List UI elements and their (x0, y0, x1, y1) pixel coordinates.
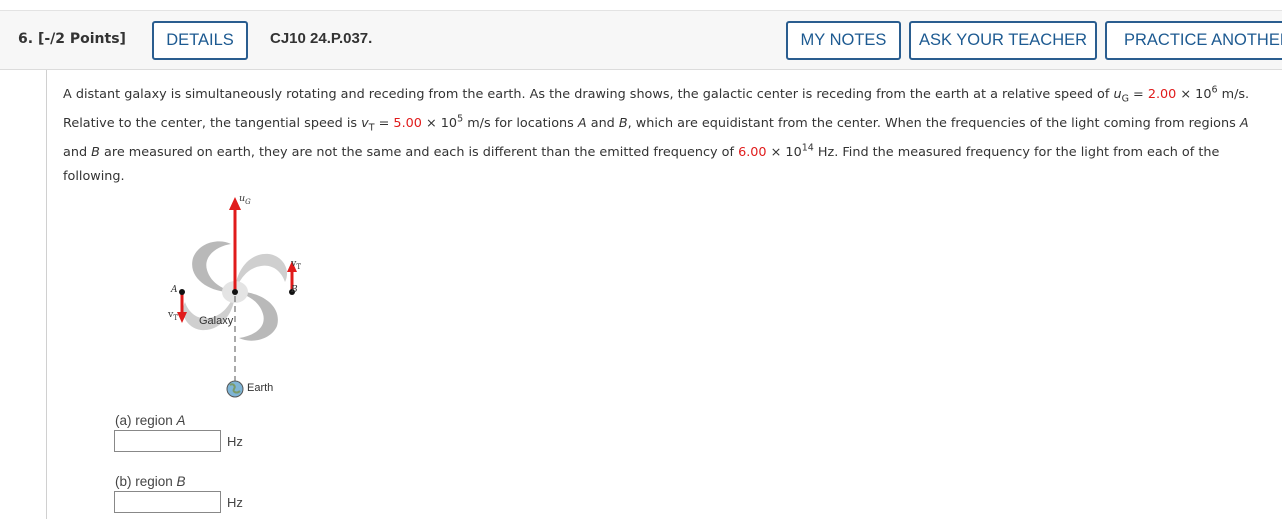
practice-another-button-label: PRACTICE ANOTHER (1124, 31, 1282, 49)
ask-teacher-button[interactable]: ASK YOUR TEACHER (909, 21, 1097, 60)
text: × 10 (766, 145, 802, 160)
text: × 10 (1176, 87, 1212, 102)
vt-label-a: vT (168, 309, 179, 322)
answer-a-label: (a) region A (115, 413, 186, 428)
text: = (1128, 87, 1148, 102)
question-number: 6. [-/2 Points] (18, 31, 126, 47)
point-a-label: A (171, 285, 178, 295)
text: and (586, 116, 619, 131)
text: (b) region (115, 474, 177, 489)
text: A distant galaxy is simultaneously rotat… (63, 87, 1114, 102)
point-a-dot (179, 289, 185, 295)
problem-code: CJ10 24.P.037. (270, 30, 373, 47)
points-text: [-/2 Points] (37, 31, 126, 47)
ug-value: 2.00 (1147, 87, 1177, 102)
text: Relative to the center, the tangential s… (63, 116, 362, 131)
region-b: B (176, 474, 186, 489)
ug-label: uG (239, 193, 251, 206)
point-b-label: B (291, 285, 298, 295)
text: T (173, 313, 179, 322)
frequency-exponent: 14 (801, 142, 814, 154)
details-button-label: DETAILS (166, 31, 234, 49)
answer-b-label: (b) region B (115, 474, 186, 489)
ug-subscript: G (1121, 93, 1129, 105)
text: are measured on earth, they are not the … (99, 145, 739, 160)
galaxy-label: Galaxy (199, 315, 234, 327)
practice-another-button[interactable]: PRACTICE ANOTHER (1105, 21, 1282, 60)
answer-b-input[interactable] (114, 491, 221, 513)
text: m/s for locations (463, 116, 578, 131)
left-rule (46, 70, 47, 519)
frequency-value: 6.00 (738, 145, 767, 160)
answer-a-unit: Hz (227, 434, 243, 449)
text: and (63, 145, 92, 160)
problem-line-4: following. (63, 169, 125, 184)
location-b: B (91, 145, 100, 160)
text: (a) region (115, 413, 177, 428)
text: G (245, 197, 251, 206)
vt-symbol: v (361, 116, 369, 131)
my-notes-button-label: MY NOTES (800, 31, 887, 49)
ask-teacher-button-label: ASK YOUR TEACHER (918, 31, 1088, 49)
answer-b-unit: Hz (227, 495, 243, 510)
earth-icon (226, 380, 244, 398)
problem-statement: A distant galaxy is simultaneously rotat… (63, 80, 1278, 187)
text: = (374, 116, 394, 131)
text: Hz. Find the measured frequency for the … (813, 145, 1220, 160)
vt-label-b: vT (291, 258, 302, 271)
vt-value: 5.00 (393, 116, 422, 131)
region-a: A (176, 413, 186, 428)
location-b: B (618, 116, 628, 131)
galaxy-figure (177, 197, 297, 398)
text: , which are equidistant from the center.… (627, 116, 1240, 131)
ug-symbol: u (1113, 87, 1122, 102)
question-number-text: 6. (18, 31, 34, 47)
problem-line-3: and B are measured on earth, they are no… (63, 138, 1278, 167)
galaxy-diagram: uG vT vT A B Galaxy Earth (165, 188, 325, 403)
text: T (296, 262, 302, 271)
problem-line-2: Relative to the center, the tangential s… (63, 109, 1278, 138)
details-button[interactable]: DETAILS (152, 21, 248, 60)
text: × 10 (421, 116, 458, 131)
my-notes-button[interactable]: MY NOTES (786, 21, 901, 60)
galactic-center-dot (232, 289, 238, 295)
earth-label: Earth (247, 382, 274, 394)
problem-line-1: A distant galaxy is simultaneously rotat… (63, 80, 1278, 109)
location-a: A (577, 116, 587, 131)
location-a: A (1239, 116, 1249, 131)
text: m/s. (1217, 87, 1250, 102)
answer-a-input[interactable] (114, 430, 221, 452)
